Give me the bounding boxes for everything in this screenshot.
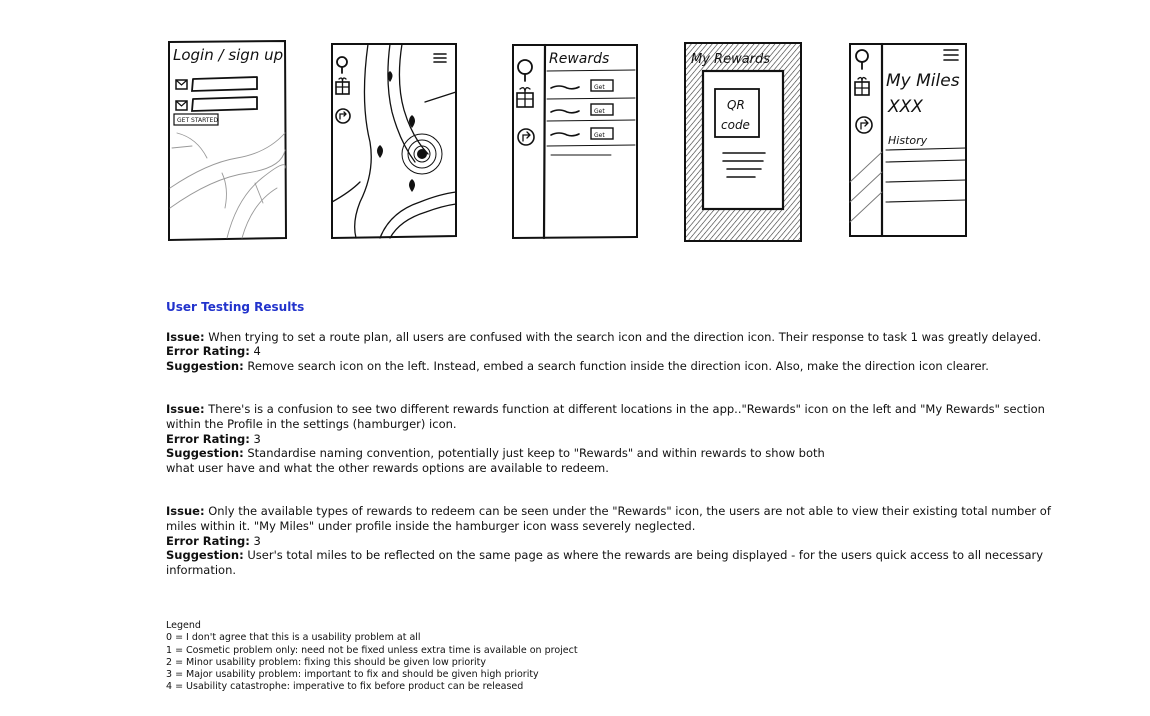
error-rating-line: Error Rating: 3: [166, 534, 1066, 549]
issue-line: Issue: Only the available types of rewar…: [166, 504, 1066, 533]
qr-label-line-2: code: [721, 118, 750, 132]
password-icon: [175, 100, 188, 111]
get-started-label: GET STARTED: [177, 117, 218, 124]
map-background: [169, 132, 286, 239]
legend-item-0: 0 = I don't agree that this is a usabili…: [166, 632, 421, 644]
error-rating-value: 3: [253, 533, 261, 548]
my-rewards-title: My Rewards: [691, 52, 770, 67]
error-rating-label: Error Rating:: [166, 533, 250, 548]
error-rating-line: Error Rating: 3: [166, 432, 1066, 447]
suggestion-text: Remove search icon on the left. Instead,…: [247, 358, 989, 373]
direction-icon: [517, 128, 535, 146]
issue-block-1: Issue: When trying to set a route plan, …: [166, 330, 1066, 374]
sketch-rewards-screen: Rewards Get Get Get: [511, 43, 639, 240]
sketch-my-rewards-screen: My Rewards QR code: [683, 41, 803, 243]
password-field: [191, 96, 258, 112]
suggestion-line: Suggestion: Standardise naming conventio…: [166, 446, 856, 475]
rating-legend: Legend 0 = I don't agree that this is a …: [166, 620, 578, 694]
issue-block-2: Issue: There's is a confusion to see two…: [166, 402, 1066, 475]
issue-label: Issue:: [166, 402, 205, 417]
rewards-title: Rewards: [549, 51, 609, 67]
direction-icon: [335, 108, 351, 124]
suggestion-label: Suggestion:: [166, 358, 244, 373]
issue-block-3: Issue: Only the available types of rewar…: [166, 504, 1066, 577]
legend-item-1: 1 = Cosmetic problem only: need not be f…: [166, 644, 578, 656]
gift-icon: [335, 77, 350, 95]
issue-line: Issue: When trying to set a route plan, …: [166, 330, 1066, 345]
sketch-login-screen: Login / sign up GET STARTED: [167, 38, 288, 244]
issue-text: There's is a confusion to see two differ…: [166, 402, 1045, 431]
error-rating-line: Error Rating: 4: [166, 344, 1066, 359]
email-icon: [175, 79, 188, 90]
reward-get-label-3: Get: [594, 132, 605, 139]
error-rating-label: Error Rating:: [166, 431, 250, 446]
search-icon: [517, 59, 533, 82]
search-icon: [336, 56, 348, 74]
issue-label: Issue:: [166, 504, 205, 519]
results-heading: User Testing Results: [166, 300, 305, 314]
login-title: Login / sign up: [173, 46, 283, 64]
reward-get-label-1: Get: [594, 84, 605, 91]
qr-label-line-1: QR: [727, 98, 745, 112]
reward-list-lines: [550, 85, 580, 137]
search-icon: [855, 49, 869, 70]
legend-item-3: 3 = Major usability problem: important t…: [166, 669, 539, 681]
error-rating-label: Error Rating:: [166, 344, 250, 359]
error-rating-value: 4: [253, 344, 261, 359]
gift-icon: [516, 87, 534, 108]
sketch-my-miles-screen: My Miles XXX History: [848, 42, 968, 238]
legend-title: Legend: [166, 620, 201, 631]
sketch-map-screen: [330, 42, 458, 240]
legend-item-4: 4 = Usability catastrophe: imperative to…: [166, 681, 524, 693]
gift-icon: [854, 76, 870, 96]
history-label: History: [888, 134, 928, 147]
reward-get-label-2: Get: [594, 108, 605, 115]
suggestion-line: Suggestion: User's total miles to be ref…: [166, 548, 1066, 577]
suggestion-label: Suggestion:: [166, 446, 244, 461]
suggestion-text: Standardise naming convention, potential…: [166, 446, 825, 475]
direction-icon: [855, 116, 873, 134]
email-field: [191, 76, 258, 92]
hamburger-menu-icon: [433, 53, 447, 63]
my-miles-value: XXX: [887, 97, 923, 117]
issue-line: Issue: There's is a confusion to see two…: [166, 402, 1066, 431]
my-miles-title: My Miles: [886, 71, 960, 91]
hamburger-menu-icon: [943, 49, 959, 61]
user-testing-results: User Testing Results Issue: When trying …: [166, 300, 1066, 606]
suggestion-text: User's total miles to be reflected on th…: [166, 548, 1044, 577]
issue-text: Only the available types of rewards to r…: [166, 504, 1051, 533]
suggestion-line: Suggestion: Remove search icon on the le…: [166, 359, 1066, 374]
wireframe-sketches: Login / sign up GET STARTED Rewards Get …: [0, 0, 1150, 260]
issue-label: Issue:: [166, 329, 205, 344]
error-rating-value: 3: [253, 431, 261, 446]
suggestion-label: Suggestion:: [166, 548, 244, 563]
legend-item-2: 2 = Minor usability problem: fixing this…: [166, 656, 487, 668]
issue-text: When trying to set a route plan, all use…: [208, 329, 1042, 344]
